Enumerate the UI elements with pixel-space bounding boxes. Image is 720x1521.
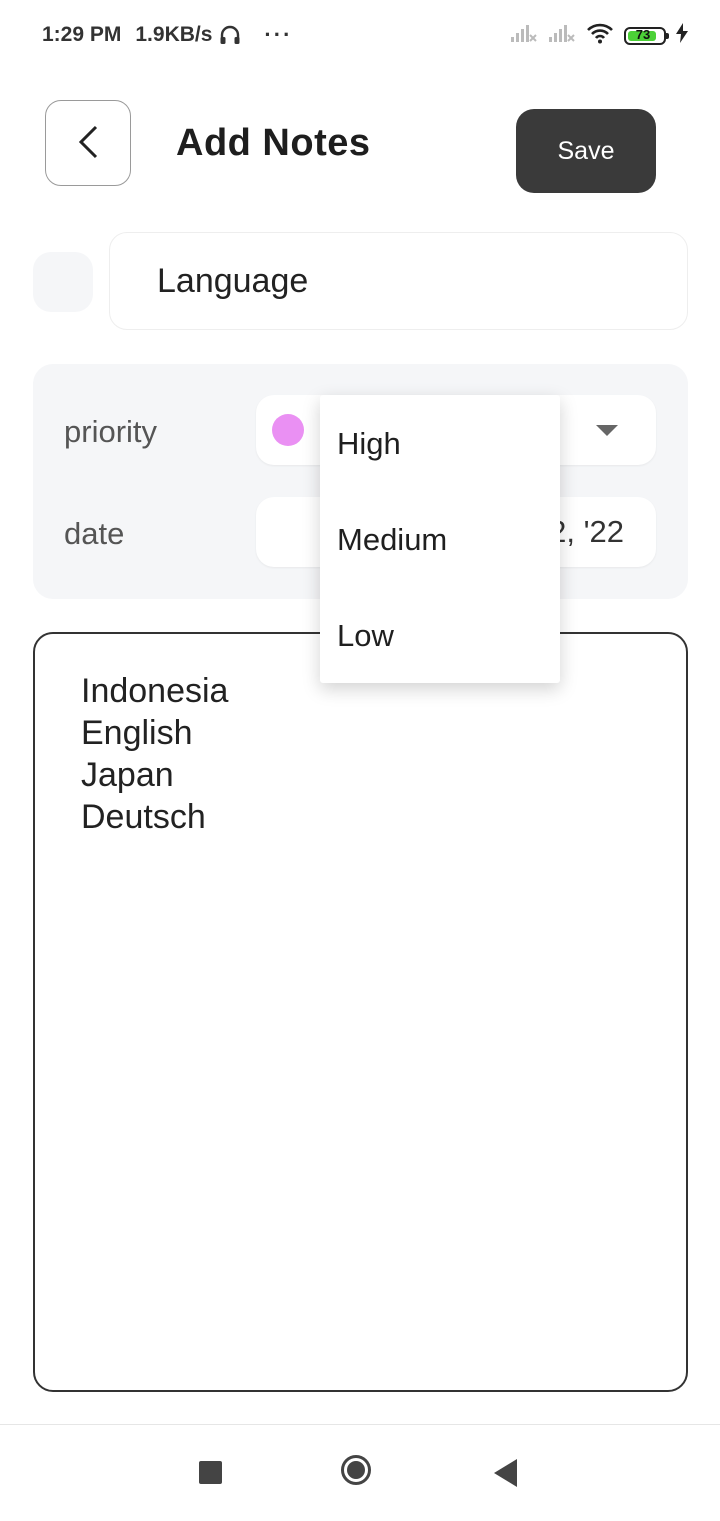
signal-icon: [510, 22, 538, 49]
status-right: 73: [510, 22, 688, 49]
status-left: 1:29 PM 1.9KB/s ···: [42, 22, 292, 48]
priority-option-low[interactable]: Low: [337, 618, 394, 654]
back-button[interactable]: [45, 100, 131, 186]
triangle-back-icon[interactable]: [494, 1459, 517, 1487]
priority-dropdown-menu: High Medium Low: [320, 395, 560, 683]
priority-option-high[interactable]: High: [337, 426, 401, 462]
page-title: Add Notes: [176, 122, 371, 164]
color-picker-swatch[interactable]: [33, 252, 93, 312]
chevron-left-icon: [76, 124, 100, 163]
note-title-input[interactable]: Language: [109, 232, 688, 330]
date-value: 2, '22: [549, 514, 624, 549]
more-notifications-indicator: ···: [264, 22, 293, 47]
priority-label: priority: [64, 414, 158, 449]
square-icon[interactable]: [199, 1461, 222, 1484]
signal-icon: [548, 22, 576, 49]
priority-option-medium[interactable]: Medium: [337, 522, 447, 558]
system-nav-bar: [0, 1424, 720, 1521]
battery-level: 73: [635, 26, 651, 42]
date-label: date: [64, 516, 125, 551]
network-speed: 1.9KB/s: [135, 23, 213, 46]
wifi-icon: [586, 22, 614, 49]
circle-icon[interactable]: [341, 1455, 371, 1485]
charging-icon: [676, 23, 688, 48]
caret-down-icon: [596, 425, 618, 436]
status-bar: 1:29 PM 1.9KB/s ··· 73: [0, 0, 720, 70]
priority-color-dot: [272, 414, 304, 446]
save-button[interactable]: Save: [516, 109, 656, 193]
note-body-input[interactable]: Indonesia English Japan Deutsch: [33, 632, 688, 1392]
battery-icon: 73: [624, 26, 669, 45]
status-time: 1:29 PM: [42, 23, 122, 46]
headphones-icon: [218, 23, 242, 47]
